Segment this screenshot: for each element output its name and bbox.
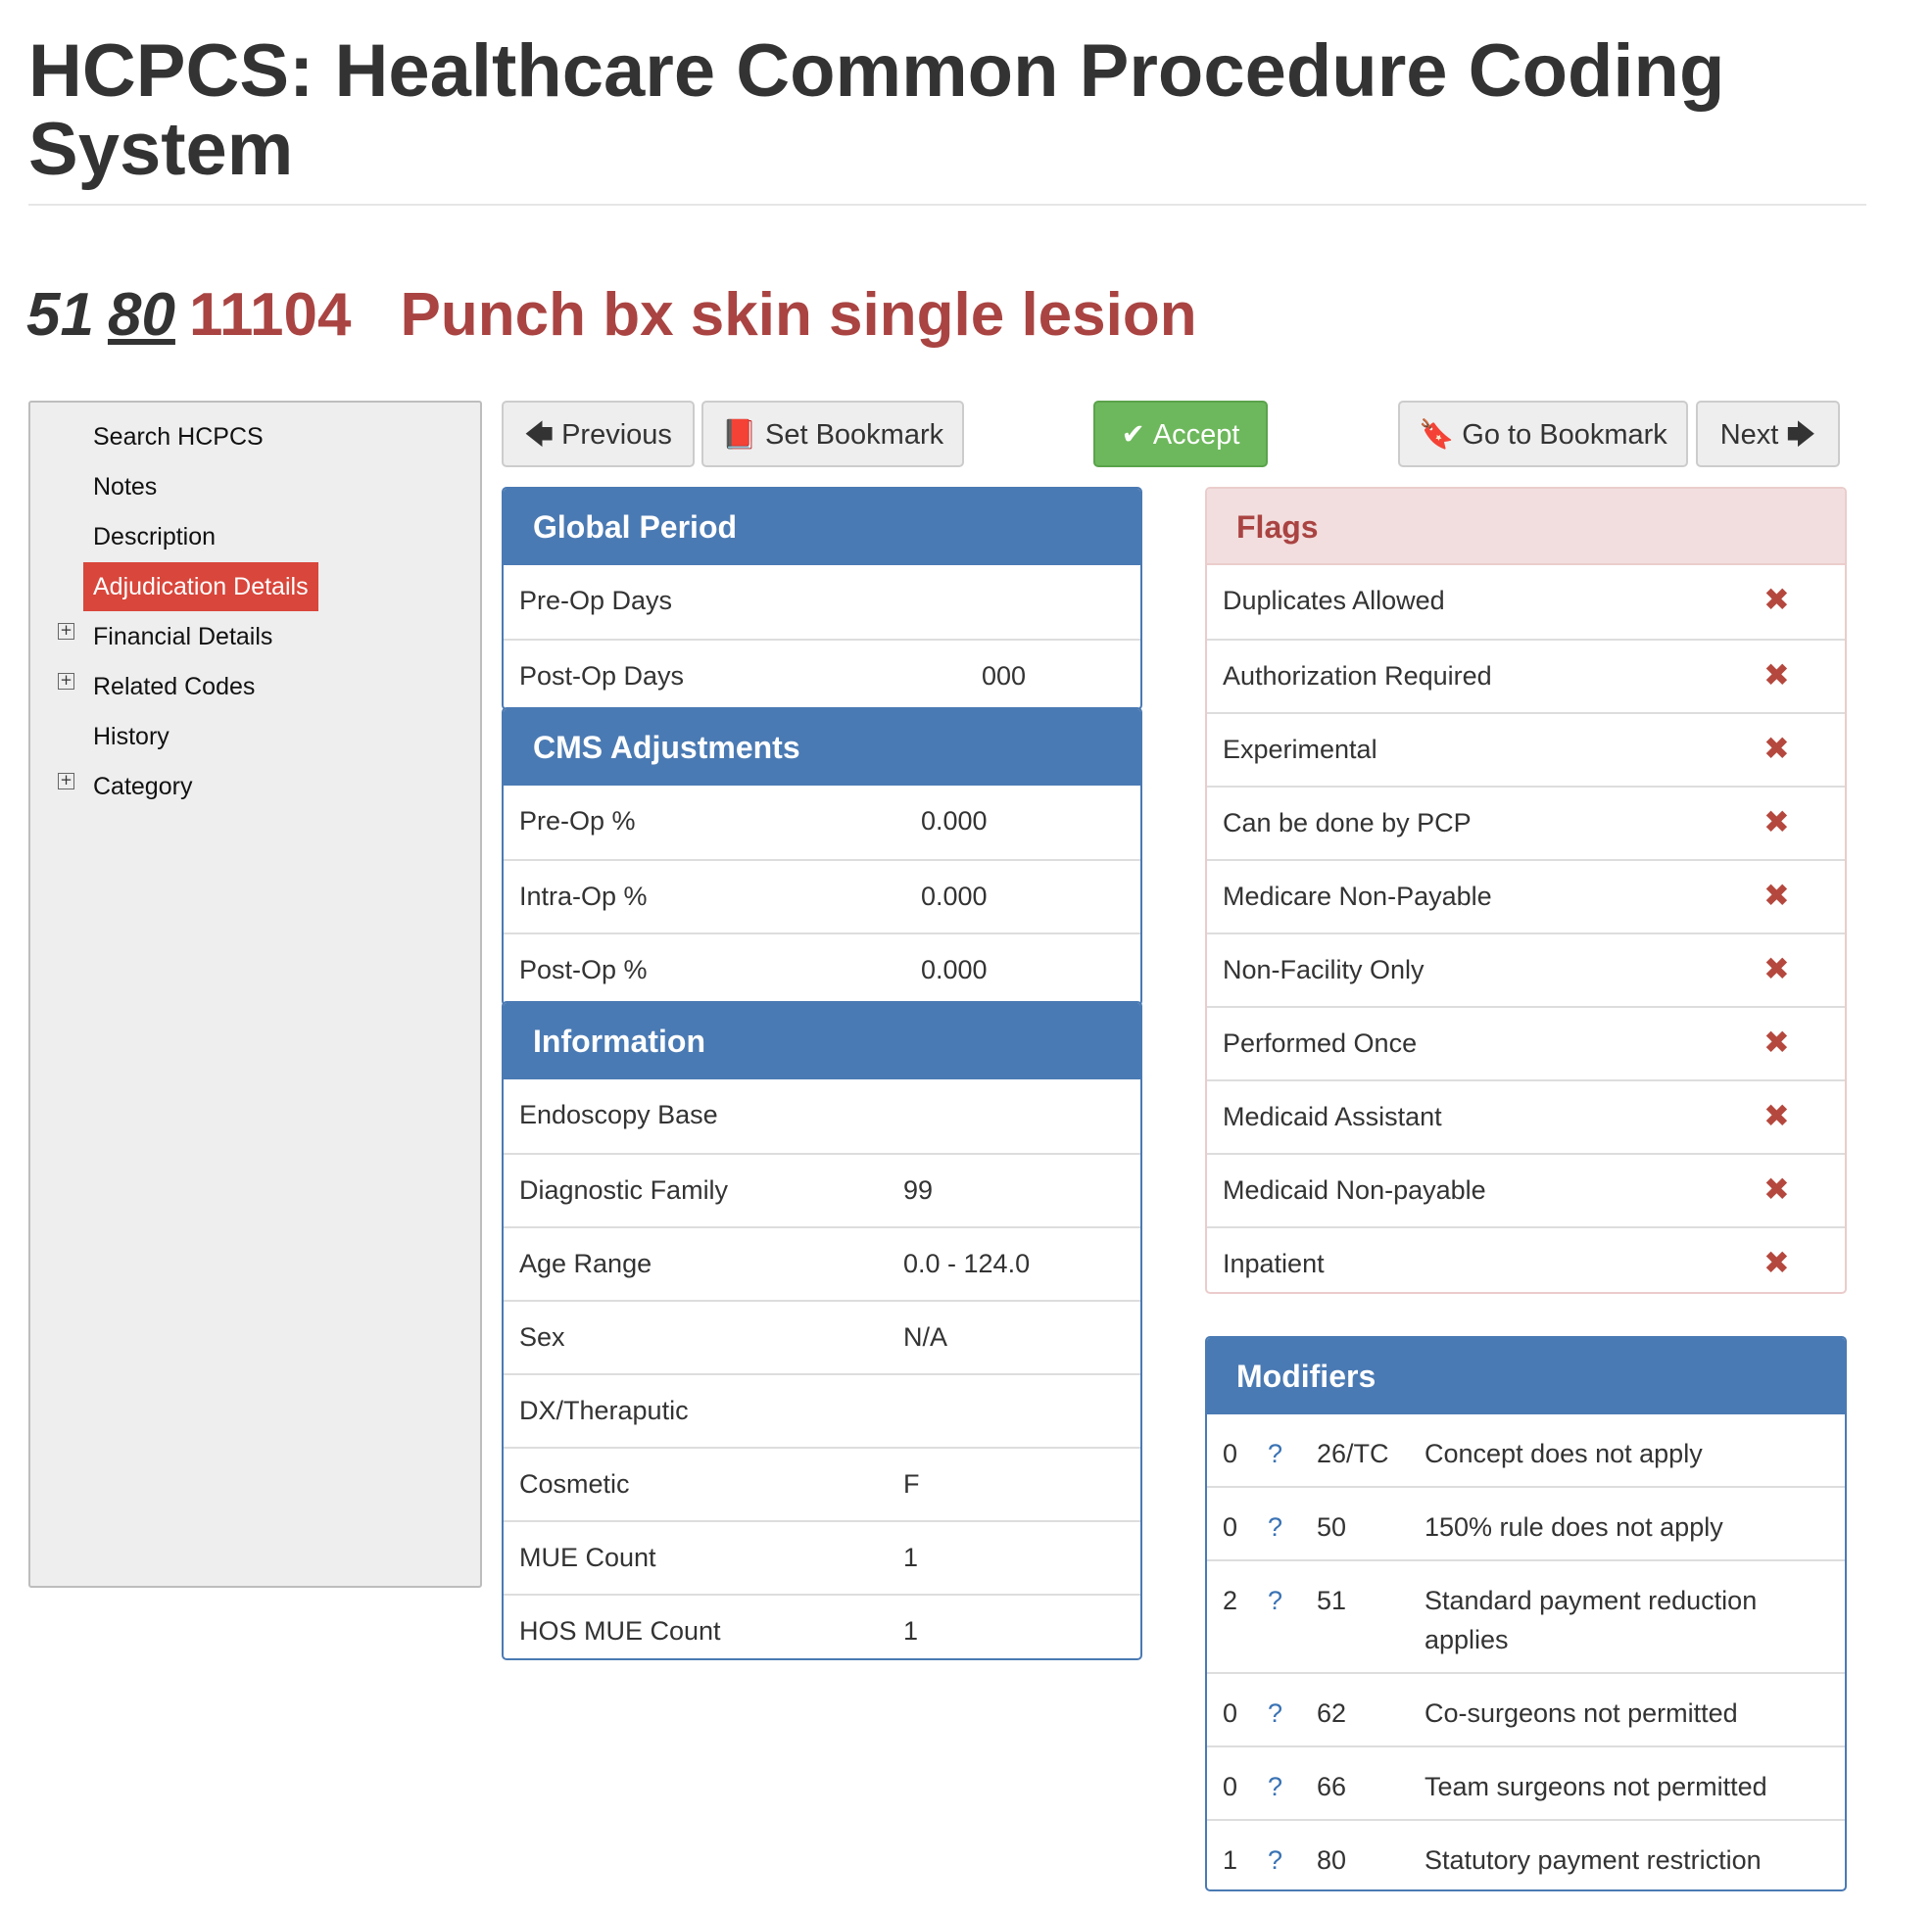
x-mark-icon: ✖ — [1763, 581, 1790, 618]
code-heading: 51 80 11104 Punch bx skin single lesion — [26, 280, 1197, 350]
table-row: Intra-Op % 0.000 — [504, 859, 1140, 932]
x-mark-icon: ✖ — [1763, 1244, 1790, 1281]
sidebar-item-description[interactable]: Description — [83, 512, 225, 561]
table-row: Non-Facility Only ✖ — [1207, 932, 1845, 1006]
table-row: Endoscopy Base — [519, 1100, 718, 1129]
x-mark-icon: ✖ — [1763, 803, 1790, 840]
table-row: 1 ? 80 Statutory payment restriction — [1207, 1819, 1845, 1889]
table-row: 0 ? 62 Co-surgeons not permitted — [1207, 1672, 1845, 1745]
modifiers-panel: Modifiers 0 ? 26/TC Concept does not app… — [1205, 1336, 1847, 1891]
help-icon[interactable]: ? — [1268, 1581, 1282, 1620]
flags-panel: Flags Duplicates Allowed ✖ Authorization … — [1205, 487, 1847, 1294]
table-row: Duplicates Allowed ✖ — [1207, 565, 1845, 639]
code-description: Punch bx skin single lesion — [400, 281, 1197, 349]
bookmark-icon: 🔖 — [1419, 417, 1455, 451]
table-row: 0 ? 26/TC Concept does not apply — [1207, 1414, 1845, 1486]
table-row: MUE Count 1 — [504, 1520, 1140, 1594]
modifier-2-link[interactable]: 80 — [108, 281, 175, 349]
x-mark-icon: ✖ — [1763, 656, 1790, 693]
modifier-1: 51 — [26, 281, 94, 349]
sidebar-item-search-hcpcs[interactable]: Search HCPCS — [83, 412, 273, 461]
x-mark-icon: ✖ — [1763, 877, 1790, 914]
table-row: Pre-Op % 0.000 — [519, 806, 988, 836]
expand-icon[interactable]: + — [58, 623, 74, 640]
x-mark-icon: ✖ — [1763, 1024, 1790, 1061]
table-row: Authorization Required ✖ — [1207, 639, 1845, 712]
sidebar-item-adjudication-details[interactable]: Adjudication Details — [83, 562, 318, 611]
table-row: Medicaid Assistant ✖ — [1207, 1079, 1845, 1153]
help-icon[interactable]: ? — [1268, 1507, 1282, 1547]
arrow-right-icon: 🡆 — [1786, 417, 1816, 451]
panel-heading: Global Period — [504, 489, 1140, 565]
table-row: Diagnostic Family 99 — [504, 1153, 1140, 1226]
check-icon: ✔ — [1121, 417, 1145, 451]
accept-button[interactable]: ✔ Accept — [1093, 401, 1268, 467]
x-mark-icon: ✖ — [1763, 730, 1790, 767]
code-number: 11104 — [188, 281, 352, 349]
go-to-bookmark-button[interactable]: 🔖 Go to Bookmark — [1398, 401, 1688, 467]
expand-icon[interactable]: + — [58, 673, 74, 690]
sidebar-item-history[interactable]: History — [83, 712, 179, 761]
panel-heading: Flags — [1207, 489, 1845, 565]
sidebar-item-category[interactable]: Category — [83, 762, 202, 811]
table-row: Can be done by PCP ✖ — [1207, 786, 1845, 859]
expand-icon[interactable]: + — [58, 773, 74, 789]
table-row: Age Range 0.0 - 124.0 — [504, 1226, 1140, 1300]
panel-heading: CMS Adjustments — [504, 709, 1140, 786]
sidebar-item-related-codes[interactable]: Related Codes — [83, 662, 265, 711]
table-row: Performed Once ✖ — [1207, 1006, 1845, 1079]
page-title: HCPCS: Healthcare Common Procedure Codin… — [28, 29, 1725, 191]
sidebar-nav: Search HCPCS Notes Description Adjudicat… — [28, 401, 482, 1588]
panel-heading: Modifiers — [1207, 1338, 1845, 1414]
x-mark-icon: ✖ — [1763, 950, 1790, 987]
table-row: 0 ? 66 Team surgeons not permitted — [1207, 1745, 1845, 1819]
table-row: Pre-Op Days — [519, 586, 673, 615]
next-button[interactable]: Next 🡆 — [1696, 401, 1840, 467]
help-icon[interactable]: ? — [1268, 1840, 1282, 1880]
global-period-panel: Global Period Pre-Op Days Post-Op Days 0… — [502, 487, 1142, 710]
cms-adjustments-panel: CMS Adjustments Pre-Op % 0.000 Intra-Op … — [502, 707, 1142, 1006]
sidebar-item-notes[interactable]: Notes — [83, 462, 167, 511]
table-row: 0 ? 50 150% rule does not apply — [1207, 1486, 1845, 1559]
set-bookmark-button[interactable]: 📕 Set Bookmark — [701, 401, 964, 467]
help-icon[interactable]: ? — [1268, 1767, 1282, 1806]
book-icon: 📕 — [721, 417, 757, 451]
x-mark-icon: ✖ — [1763, 1097, 1790, 1134]
arrow-left-icon: 🡄 — [524, 417, 555, 451]
table-row: Post-Op % 0.000 — [504, 932, 1140, 1004]
table-row: Sex N/A — [504, 1300, 1140, 1373]
help-icon[interactable]: ? — [1268, 1694, 1282, 1733]
table-row: Cosmetic F — [504, 1447, 1140, 1520]
sidebar-item-financial-details[interactable]: Financial Details — [83, 612, 282, 661]
table-row: Post-Op Days 000 — [504, 639, 1140, 708]
table-row: Inpatient ✖ — [1207, 1226, 1845, 1292]
panel-heading: Information — [504, 1003, 1140, 1079]
table-row: 2 ? 51 Standard payment reduction applie… — [1207, 1559, 1845, 1672]
title-divider — [28, 204, 1866, 206]
table-row: Medicaid Non-payable ✖ — [1207, 1153, 1845, 1226]
table-row: Medicare Non-Payable ✖ — [1207, 859, 1845, 932]
x-mark-icon: ✖ — [1763, 1171, 1790, 1208]
table-row: HOS MUE Count 1 — [504, 1594, 1140, 1658]
previous-button[interactable]: 🡄 Previous — [502, 401, 695, 467]
table-row: Experimental ✖ — [1207, 712, 1845, 786]
information-panel: Information Endoscopy Base Diagnostic Fa… — [502, 1001, 1142, 1660]
table-row: DX/Theraputic — [504, 1373, 1140, 1447]
help-icon[interactable]: ? — [1268, 1434, 1282, 1473]
